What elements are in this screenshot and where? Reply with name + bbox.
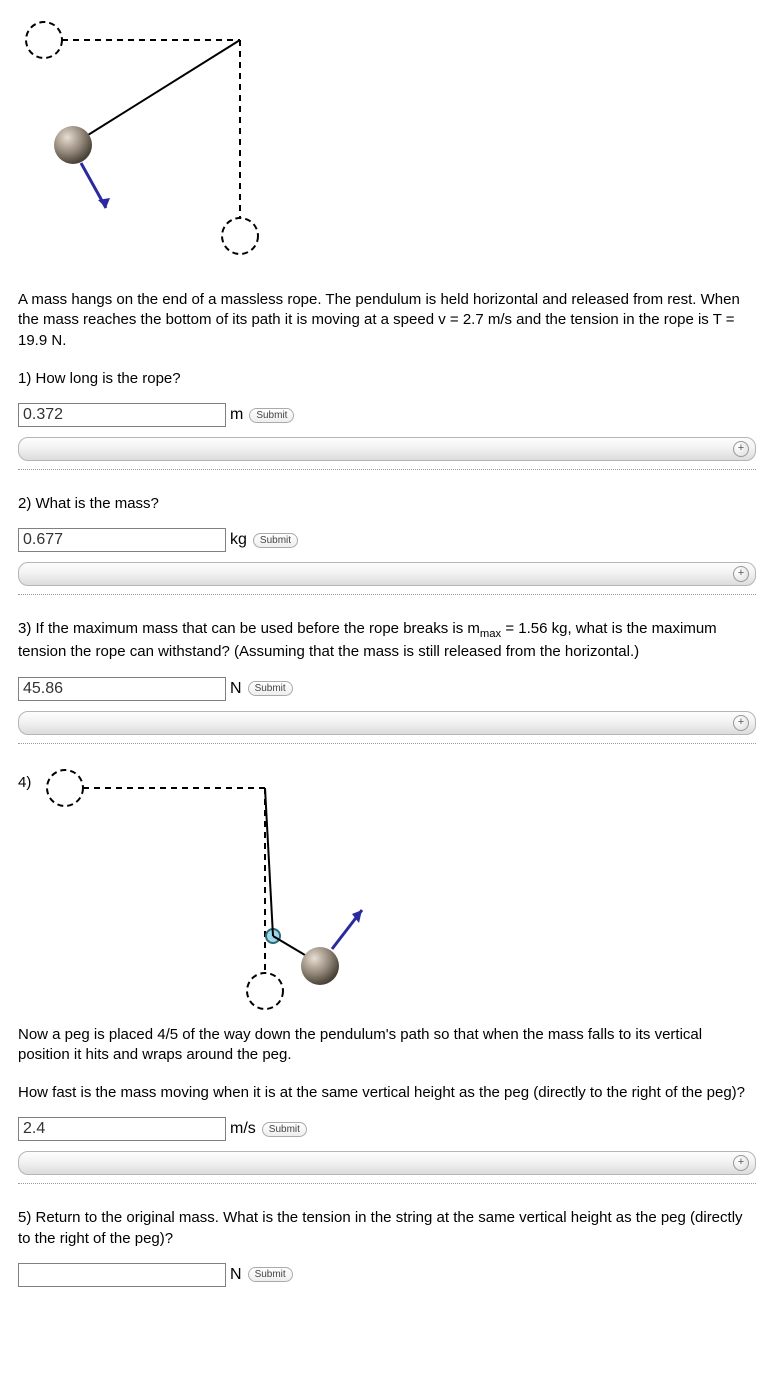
- q5-input[interactable]: [18, 1263, 226, 1287]
- separator: [18, 469, 756, 470]
- expand-icon[interactable]: +: [733, 441, 749, 457]
- q4-feedback-bar: +: [18, 1151, 756, 1175]
- separator: [18, 743, 756, 744]
- q4-label: How fast is the mass moving when it is a…: [18, 1083, 756, 1103]
- q1-submit-button[interactable]: Submit: [249, 408, 294, 423]
- q4-intro: Now a peg is placed 4/5 of the way down …: [18, 1025, 756, 1066]
- q4-submit-button[interactable]: Submit: [262, 1122, 307, 1137]
- separator: [18, 594, 756, 595]
- q3-input[interactable]: [18, 677, 226, 701]
- expand-icon[interactable]: +: [733, 1155, 749, 1171]
- q5-submit-button[interactable]: Submit: [248, 1267, 293, 1282]
- q2-feedback-bar: +: [18, 562, 756, 586]
- q5-unit: N: [230, 1266, 242, 1284]
- q3-submit-button[interactable]: Submit: [248, 681, 293, 696]
- q3-unit: N: [230, 680, 242, 698]
- q2-unit: kg: [230, 531, 247, 549]
- q1-input[interactable]: [18, 403, 226, 427]
- q2-label: 2) What is the mass?: [18, 494, 756, 514]
- pendulum-figure-2: [35, 768, 375, 1013]
- q1-label: 1) How long is the rope?: [18, 369, 756, 389]
- q2-input[interactable]: [18, 528, 226, 552]
- q3-label: 3) If the maximum mass that can be used …: [18, 619, 756, 662]
- separator: [18, 1183, 756, 1184]
- q3-feedback-bar: +: [18, 711, 756, 735]
- q2-submit-button[interactable]: Submit: [253, 533, 298, 548]
- q4-unit: m/s: [230, 1120, 256, 1138]
- q4-input[interactable]: [18, 1117, 226, 1141]
- q1-unit: m: [230, 406, 243, 424]
- q5-label: 5) Return to the original mass. What is …: [18, 1208, 756, 1249]
- q1-feedback-bar: +: [18, 437, 756, 461]
- problem-intro: A mass hangs on the end of a massless ro…: [18, 290, 756, 351]
- expand-icon[interactable]: +: [733, 715, 749, 731]
- q4-number: 4): [18, 768, 31, 791]
- expand-icon[interactable]: +: [733, 566, 749, 582]
- pendulum-figure-1: [18, 18, 298, 268]
